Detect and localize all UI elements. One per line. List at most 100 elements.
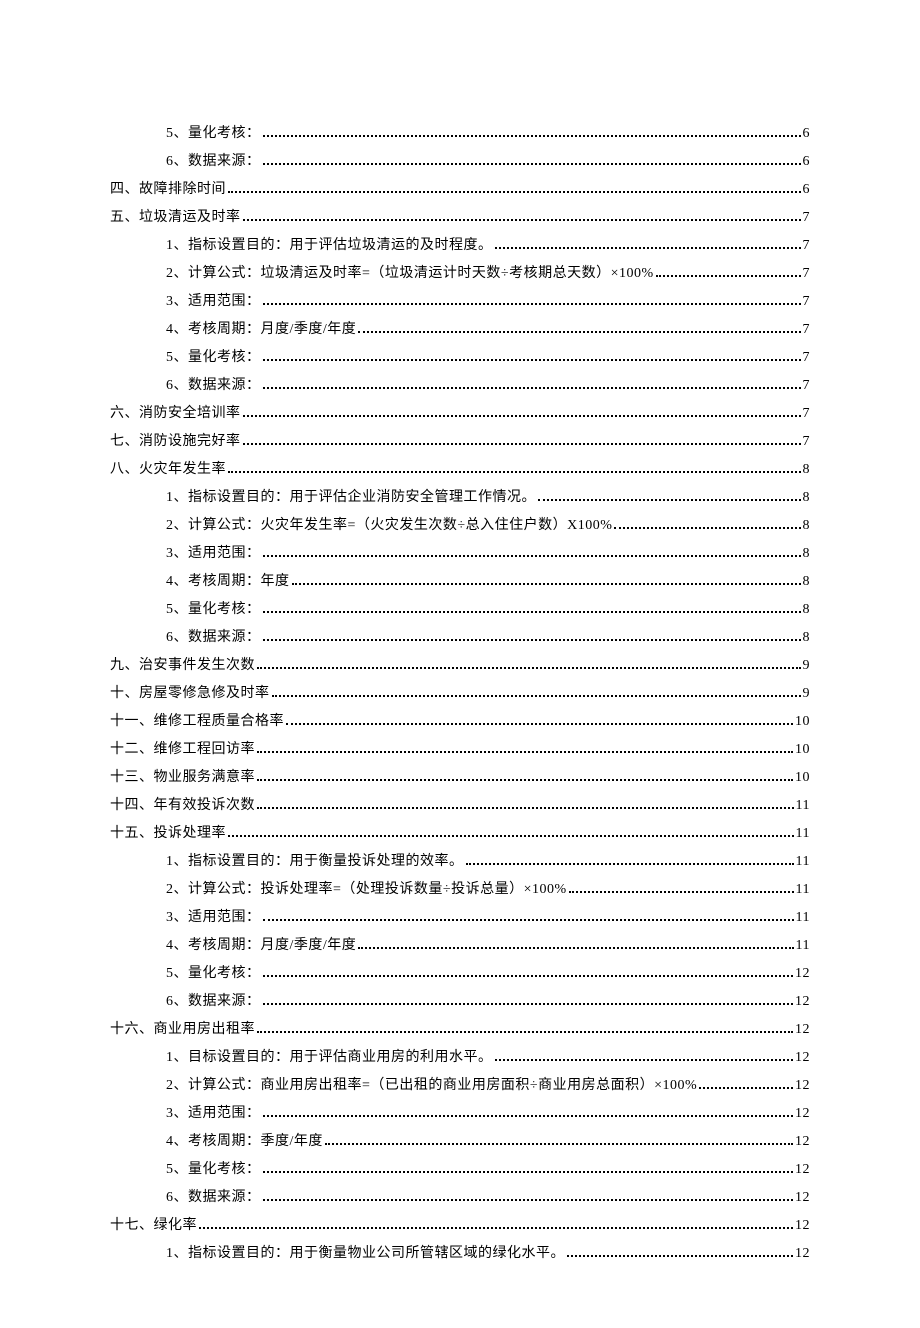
toc-entry: 七、消防设施完好率7 <box>110 428 810 456</box>
toc-entry-label: 十五、投诉处理率 <box>110 820 226 848</box>
toc-entry: 3、适用范围： 8 <box>110 540 810 568</box>
toc-leader-dots <box>358 331 800 333</box>
toc-entry: 3、适用范围：12 <box>110 1100 810 1128</box>
toc-entry-page: 7 <box>803 316 811 344</box>
toc-entry-label: 6、数据来源： <box>166 1184 261 1212</box>
toc-entry-page: 11 <box>796 904 810 932</box>
toc-entry-label: 十三、物业服务满意率 <box>110 764 255 792</box>
toc-entry: 六、消防安全培训率7 <box>110 400 810 428</box>
toc-entry-label: 2、计算公式：投诉处理率=（处理投诉数量÷投诉总量）×100% <box>166 876 567 904</box>
toc-entry-page: 8 <box>803 512 811 540</box>
toc-entry-label: 1、目标设置目的：用于评估商业用房的利用水平。 <box>166 1044 493 1072</box>
toc-leader-dots <box>263 387 801 389</box>
toc-entry: 6、数据来源：12 <box>110 988 810 1016</box>
toc-entry: 2、计算公式：投诉处理率=（处理投诉数量÷投诉总量）×100%11 <box>110 876 810 904</box>
toc-entry-page: 7 <box>803 344 811 372</box>
toc-entry-page: 7 <box>803 288 811 316</box>
toc-leader-dots <box>569 891 794 893</box>
toc-entry-label: 四、故障排除时间 <box>110 176 226 204</box>
toc-entry: 1、指标设置目的：用于评估企业消防安全管理工作情况。 8 <box>110 484 810 512</box>
toc-entry-label: 3、适用范围： <box>166 904 261 932</box>
toc-entry: 1、目标设置目的：用于评估商业用房的利用水平。 12 <box>110 1044 810 1072</box>
toc-entry: 八、火灾年发生率8 <box>110 456 810 484</box>
toc-entry-page: 8 <box>803 540 811 568</box>
toc-entry: 十、房屋零修急修及时率9 <box>110 680 810 708</box>
toc-entry-label: 6、数据来源： <box>166 148 261 176</box>
toc-entry: 十七、绿化率 12 <box>110 1212 810 1240</box>
toc-entry-page: 12 <box>795 988 810 1016</box>
toc-entry-label: 3、适用范围： <box>166 1100 261 1128</box>
toc-entry-page: 12 <box>795 1212 810 1240</box>
toc-entry: 6、数据来源：12 <box>110 1184 810 1212</box>
toc-entry-label: 3、适用范围： <box>166 540 261 568</box>
toc-entry-label: 5、量化考核： <box>166 1156 261 1184</box>
toc-entry-page: 7 <box>803 204 811 232</box>
toc-leader-dots <box>292 583 801 585</box>
toc-leader-dots <box>263 639 801 641</box>
toc-entry: 6、数据来源：7 <box>110 372 810 400</box>
toc-leader-dots <box>263 919 794 921</box>
toc-entry-page: 12 <box>795 1016 810 1044</box>
toc-entry: 2、计算公式：火灾年发生率=（火灾发生次数÷总入住住户数）X100% 8 <box>110 512 810 540</box>
toc-entry: 十一、维修工程质量合格率10 <box>110 708 810 736</box>
toc-leader-dots <box>257 667 801 669</box>
toc-entry-label: 2、计算公式：火灾年发生率=（火灾发生次数÷总入住住户数）X100% <box>166 512 612 540</box>
toc-leader-dots <box>257 807 794 809</box>
toc-entry-page: 8 <box>803 484 811 512</box>
table-of-contents: 5、量化考核：66、数据来源：6四、故障排除时间6五、垃圾清运及时率71、指标设… <box>110 120 810 1268</box>
toc-leader-dots <box>358 947 793 949</box>
toc-leader-dots <box>263 555 801 557</box>
toc-entry-label: 十、房屋零修急修及时率 <box>110 680 270 708</box>
toc-entry: 4、考核周期：季度/年度12 <box>110 1128 810 1156</box>
toc-leader-dots <box>699 1087 793 1089</box>
toc-entry: 九、治安事件发生次数9 <box>110 652 810 680</box>
toc-leader-dots <box>495 1059 794 1061</box>
toc-leader-dots <box>567 1255 793 1257</box>
toc-leader-dots <box>263 1171 794 1173</box>
toc-entry-page: 8 <box>803 624 811 652</box>
toc-leader-dots <box>263 611 801 613</box>
toc-leader-dots <box>272 695 801 697</box>
toc-entry-page: 6 <box>803 148 811 176</box>
toc-entry-label: 八、火灾年发生率 <box>110 456 226 484</box>
toc-entry-page: 12 <box>795 1044 810 1072</box>
toc-entry-page: 7 <box>803 372 811 400</box>
toc-entry-label: 十七、绿化率 <box>110 1212 197 1240</box>
toc-leader-dots <box>263 163 801 165</box>
toc-leader-dots <box>263 135 801 137</box>
toc-leader-dots <box>538 499 801 501</box>
toc-leader-dots <box>263 1115 794 1117</box>
toc-entry: 5、量化考核：7 <box>110 344 810 372</box>
toc-leader-dots <box>257 779 793 781</box>
toc-entry-label: 4、考核周期：季度/年度 <box>166 1128 323 1156</box>
toc-entry-label: 6、数据来源： <box>166 624 261 652</box>
toc-entry: 5、量化考核：12 <box>110 960 810 988</box>
toc-entry: 5、量化考核：8 <box>110 596 810 624</box>
toc-entry-label: 1、指标设置目的：用于评估企业消防安全管理工作情况。 <box>166 484 536 512</box>
toc-entry: 4、考核周期：月度/季度/年度11 <box>110 932 810 960</box>
toc-entry-label: 4、考核周期：年度 <box>166 568 290 596</box>
toc-entry-page: 8 <box>803 596 811 624</box>
toc-entry-label: 3、适用范围： <box>166 288 261 316</box>
toc-leader-dots <box>243 219 801 221</box>
toc-entry-page: 6 <box>803 176 811 204</box>
toc-entry-page: 10 <box>795 736 810 764</box>
toc-entry: 十六、商业用房出租率 12 <box>110 1016 810 1044</box>
toc-entry: 6、数据来源： 6 <box>110 148 810 176</box>
toc-entry: 十四、年有效投诉次数11 <box>110 792 810 820</box>
toc-entry: 5、量化考核：6 <box>110 120 810 148</box>
toc-entry-page: 7 <box>803 232 811 260</box>
toc-entry-page: 12 <box>795 1156 810 1184</box>
toc-entry-label: 2、计算公式：垃圾清运及时率=（垃圾清运计时天数÷考核期总天数）×100% <box>166 260 654 288</box>
toc-entry-label: 五、垃圾清运及时率 <box>110 204 241 232</box>
toc-entry: 十五、投诉处理率11 <box>110 820 810 848</box>
toc-entry-label: 4、考核周期：月度/季度/年度 <box>166 316 356 344</box>
toc-entry-label: 1、指标设置目的：用于衡量投诉处理的效率。 <box>166 848 464 876</box>
toc-entry-page: 7 <box>803 428 811 456</box>
toc-leader-dots <box>656 275 801 277</box>
toc-leader-dots <box>263 975 794 977</box>
toc-entry-page: 11 <box>796 932 810 960</box>
toc-entry-label: 十六、商业用房出租率 <box>110 1016 255 1044</box>
toc-entry-label: 5、量化考核： <box>166 960 261 988</box>
toc-entry: 2、计算公式：垃圾清运及时率=（垃圾清运计时天数÷考核期总天数）×100%7 <box>110 260 810 288</box>
